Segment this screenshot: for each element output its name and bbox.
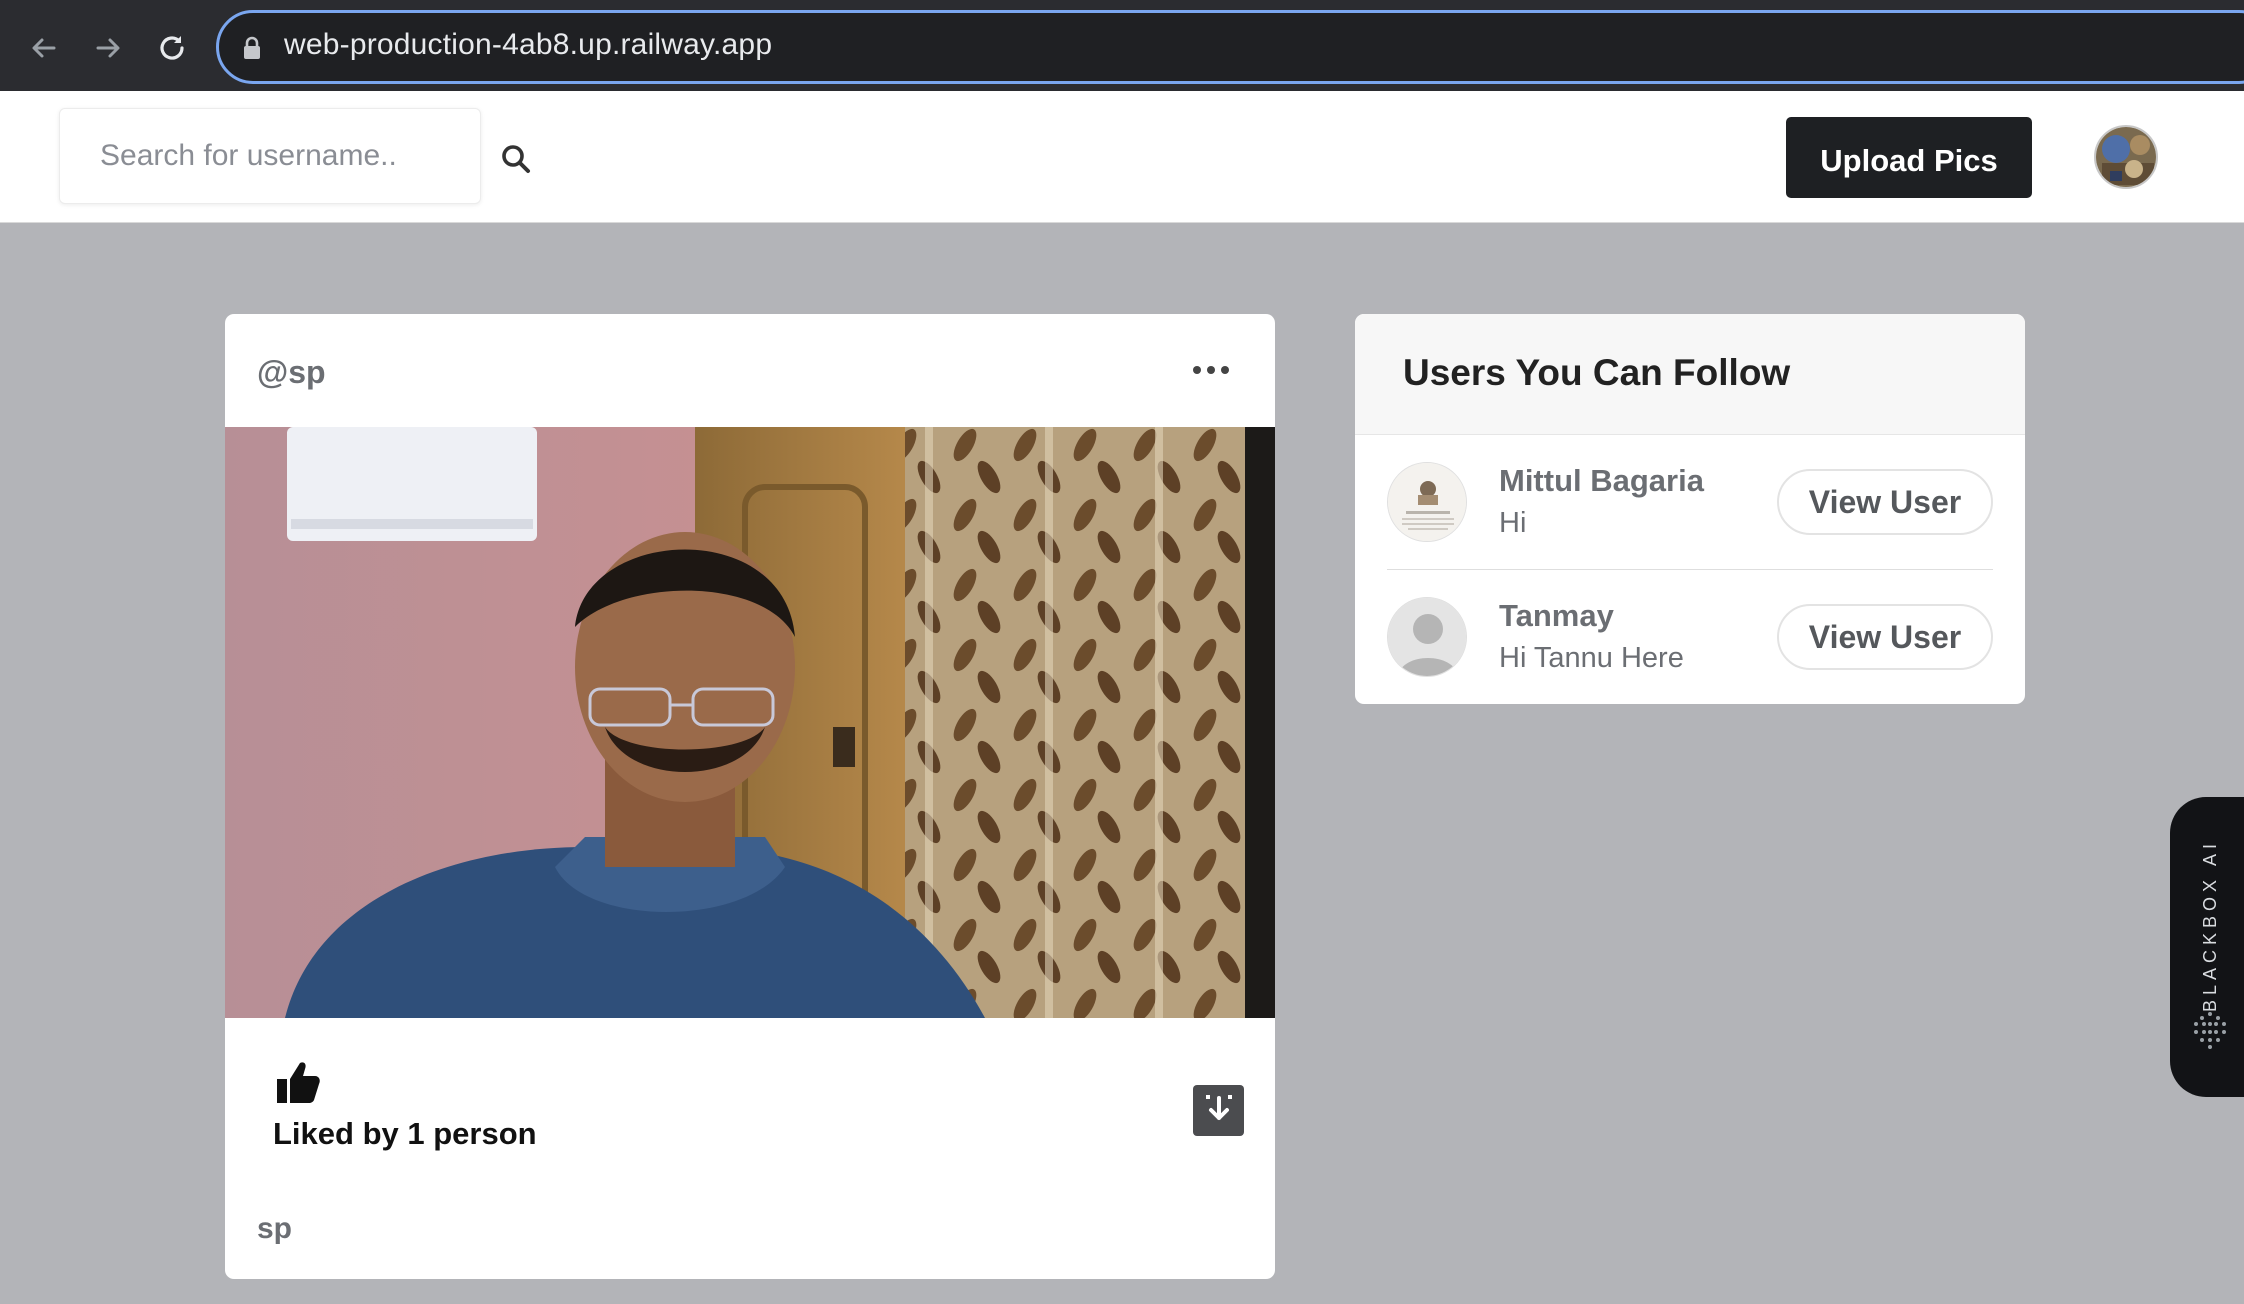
post-image — [225, 427, 1275, 1018]
user-bio: Hi Tannu Here — [1499, 642, 1684, 674]
search-input[interactable] — [59, 108, 481, 204]
view-user-button[interactable]: View User — [1777, 604, 1993, 670]
blackbox-logo-icon — [2190, 1010, 2230, 1050]
thumbs-up-icon[interactable] — [275, 1059, 321, 1105]
post-card: @sp Liked by 1 person sp — [225, 314, 1275, 1279]
view-user-button[interactable]: View User — [1777, 469, 1993, 535]
post-username[interactable]: @sp — [257, 354, 326, 391]
user-name: Mittul Bagaria — [1499, 463, 1704, 498]
user-avatar — [1387, 462, 1467, 542]
app-header: Upload Pics — [0, 91, 2244, 223]
user-bio: Hi — [1499, 507, 1527, 539]
suggestions-header: Users You Can Follow — [1355, 314, 2025, 435]
upload-pics-button[interactable]: Upload Pics — [1786, 117, 2032, 198]
likes-count: Liked by 1 person — [273, 1116, 537, 1151]
profile-avatar[interactable] — [2094, 125, 2158, 189]
reload-icon[interactable] — [150, 26, 194, 70]
back-arrow-icon[interactable] — [22, 26, 66, 70]
browser-toolbar: web-production-4ab8.up.railway.app — [0, 0, 2244, 91]
user-row: Tanmay Hi Tannu Here View User — [1387, 570, 1993, 704]
user-row: Mittul Bagaria Hi View User — [1387, 435, 1993, 570]
default-avatar-icon — [1387, 597, 1467, 677]
suggestions-card: Users You Can Follow Mittul Bagaria Hi V… — [1355, 314, 2025, 704]
url-text: web-production-4ab8.up.railway.app — [284, 28, 773, 61]
suggestions-title: Users You Can Follow — [1403, 352, 1791, 393]
caption-username[interactable]: sp — [257, 1212, 292, 1246]
download-icon[interactable] — [1193, 1085, 1244, 1136]
more-options-icon[interactable] — [1189, 358, 1233, 382]
user-name: Tanmay — [1499, 598, 1614, 633]
blackbox-ai-label: BLACKBOX AI — [2200, 838, 2221, 1012]
search-icon[interactable] — [498, 141, 534, 177]
forward-arrow-icon[interactable] — [86, 26, 130, 70]
lock-icon — [240, 35, 264, 61]
